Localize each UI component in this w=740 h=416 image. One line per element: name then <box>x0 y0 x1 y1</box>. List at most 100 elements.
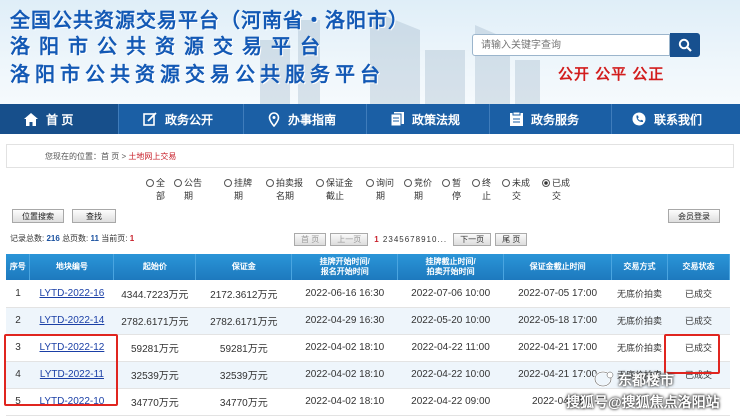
filter-traded[interactable]: 已成交 <box>542 177 572 203</box>
first-page-button[interactable]: 首 页 <box>294 232 327 246</box>
radio-circle <box>404 179 412 187</box>
row-number: 2 <box>6 307 30 335</box>
filter-label: 止 <box>482 191 492 201</box>
member-login-button[interactable]: 会员登录 <box>668 209 720 223</box>
nav-government-affairs[interactable]: 政务公开 <box>119 104 244 134</box>
radio-circle <box>146 179 154 187</box>
deposit: 2172.3612万元 <box>195 280 292 308</box>
start-price: 2782.6171万元 <box>113 307 196 335</box>
filter-label: 已成 <box>552 178 571 188</box>
listing-end-time: 2022-05-20 10:00 <box>397 307 504 335</box>
filter-label: 期 <box>234 191 244 201</box>
table-row: 1 LYTD-2022-16 4344.7223万元 2172.3612万元 2… <box>6 280 730 308</box>
column-header: 保证金 <box>195 254 293 280</box>
header-title-national: 全国公共资源交易平台（河南省・洛阳市） <box>10 10 409 32</box>
filter-not-traded[interactable]: 未成交 <box>502 177 532 203</box>
filter-inquiry[interactable]: 询问期 <box>366 177 396 203</box>
nav-affairs-label: 政务公开 <box>165 112 214 127</box>
nav-government-service[interactable]: 政务服务 <box>490 104 612 134</box>
filter-deposit-deadline[interactable]: 保证金 截止 <box>316 177 364 203</box>
nav-law-label: 政策法规 <box>412 112 461 127</box>
table-row: 2 LYTD-2022-14 2782.6171万元 2782.6171万元 2… <box>6 307 730 335</box>
listing-start-time: 2022-04-02 18:10 <box>291 388 398 416</box>
listing-start-time: 2022-04-02 18:10 <box>291 334 398 362</box>
trade-status: 已成交 <box>667 280 730 308</box>
header-title-service: 洛阳市公共资源交易公共服务平台 <box>10 64 385 86</box>
start-price: 32539万元 <box>113 361 196 389</box>
nav-contact[interactable]: 联系我们 <box>612 104 740 134</box>
trade-method: 无底价拍卖 <box>611 334 668 362</box>
filter-label: 期 <box>414 191 424 201</box>
pagination: 首 页 上一页 1 2345678910... 下一页 尾 页 <box>294 232 528 246</box>
watermark-account: 东都楼市 <box>618 372 674 388</box>
radio-circle <box>174 179 182 187</box>
radio-circle <box>472 179 480 187</box>
filter-label: 截止 <box>326 191 345 201</box>
main-nav: 首 页 政务公开 办事指南 政策法规 政务服务 联系我们 <box>0 104 740 134</box>
parcel-code-link[interactable]: LYTD-2022-14 <box>40 315 105 326</box>
column-header: 挂牌开始时间/ 报名开始时间 <box>291 254 399 280</box>
radio-circle <box>316 179 324 187</box>
nav-home[interactable]: 首 页 <box>0 104 119 134</box>
radio-circle <box>502 179 510 187</box>
nav-service-label: 政务服务 <box>531 112 580 127</box>
filter-label: 暂 <box>452 178 462 188</box>
column-header: 挂牌截止时间/ 拍卖开始时间 <box>397 254 505 280</box>
last-page-button[interactable]: 尾 页 <box>495 232 528 246</box>
trade-method: 无底价拍卖 <box>611 280 668 308</box>
listing-start-time: 2022-06-16 16:30 <box>291 280 398 308</box>
site-header: 全国公共资源交易平台（河南省・洛阳市） 洛阳市公共资源交易平台 洛阳市公共资源交… <box>0 0 740 104</box>
filter-listing[interactable]: 挂牌期 <box>224 177 254 203</box>
breadcrumb-prefix: 您现在的位置： <box>45 152 101 161</box>
filter-announcement[interactable]: 公告期 <box>174 177 204 203</box>
sohu-logo-icon <box>594 371 614 387</box>
filter-label: 挂牌 <box>234 178 253 188</box>
table-header-row: 序号 地块编号 起始价 保证金 挂牌开始时间/ 报名开始时间 挂牌截止时间/ 拍… <box>6 254 730 280</box>
phone-icon <box>632 112 646 126</box>
document-icon <box>391 112 404 126</box>
page-number-current[interactable]: 1 <box>374 235 379 244</box>
radio-circle <box>542 179 550 187</box>
total-records-label: 记录总数: <box>10 234 45 243</box>
filter-bidding[interactable]: 竞价期 <box>404 177 434 203</box>
trade-status: 已成交 <box>667 307 730 335</box>
next-page-button[interactable]: 下一页 <box>453 232 492 246</box>
prev-page-button[interactable]: 上一页 <box>330 232 369 246</box>
listing-start-time: 2022-04-02 18:10 <box>291 361 398 389</box>
filter-label: 期 <box>376 191 386 201</box>
breadcrumb-home-link[interactable]: 首 页 <box>101 152 119 161</box>
row-number: 1 <box>6 280 30 308</box>
query-button[interactable]: 查找 <box>72 209 116 223</box>
nav-guide-label: 办事指南 <box>288 112 337 127</box>
filter-label: 询问 <box>376 178 395 188</box>
parcel-code-link[interactable]: LYTD-2022-16 <box>40 288 105 299</box>
filter-paused[interactable]: 暂停 <box>442 177 472 203</box>
filter-label: 期 <box>184 191 194 201</box>
edit-icon <box>143 112 157 126</box>
position-search-button[interactable]: 位置搜索 <box>12 209 64 223</box>
filter-terminated[interactable]: 终止 <box>472 177 502 203</box>
column-header: 保证金截止时间 <box>503 254 613 280</box>
search-button[interactable] <box>670 33 700 57</box>
search-input[interactable] <box>472 34 670 56</box>
header-title-city: 洛阳市公共资源交易平台 <box>10 36 329 58</box>
filter-label: 名期 <box>276 191 295 201</box>
nav-home-label: 首 页 <box>46 112 74 127</box>
deposit: 2782.6171万元 <box>195 307 292 335</box>
total-records-count: 216 <box>46 234 60 243</box>
current-page-number: 1 <box>129 234 135 243</box>
radio-circle <box>366 179 374 187</box>
location-pin-icon <box>268 111 280 127</box>
filter-label: 未成 <box>512 178 531 188</box>
filter-auction-registration[interactable]: 拍卖报 名期 <box>266 177 314 203</box>
nav-guide[interactable]: 办事指南 <box>244 104 367 134</box>
filter-label: 交 <box>512 191 522 201</box>
trade-method: 无底价拍卖 <box>611 307 668 335</box>
filter-all[interactable]: 全部 <box>146 177 176 203</box>
page-number-links[interactable]: 2345678910 <box>383 235 438 244</box>
filter-label: 竞价 <box>414 178 433 188</box>
deposit: 34770万元 <box>195 388 292 416</box>
nav-policy-law[interactable]: 政策法规 <box>367 104 490 134</box>
listing-end-time: 2022-04-22 10:00 <box>397 361 504 389</box>
record-stats: 记录总数: 216 总页数: 11 当前页: 1 <box>10 233 134 244</box>
